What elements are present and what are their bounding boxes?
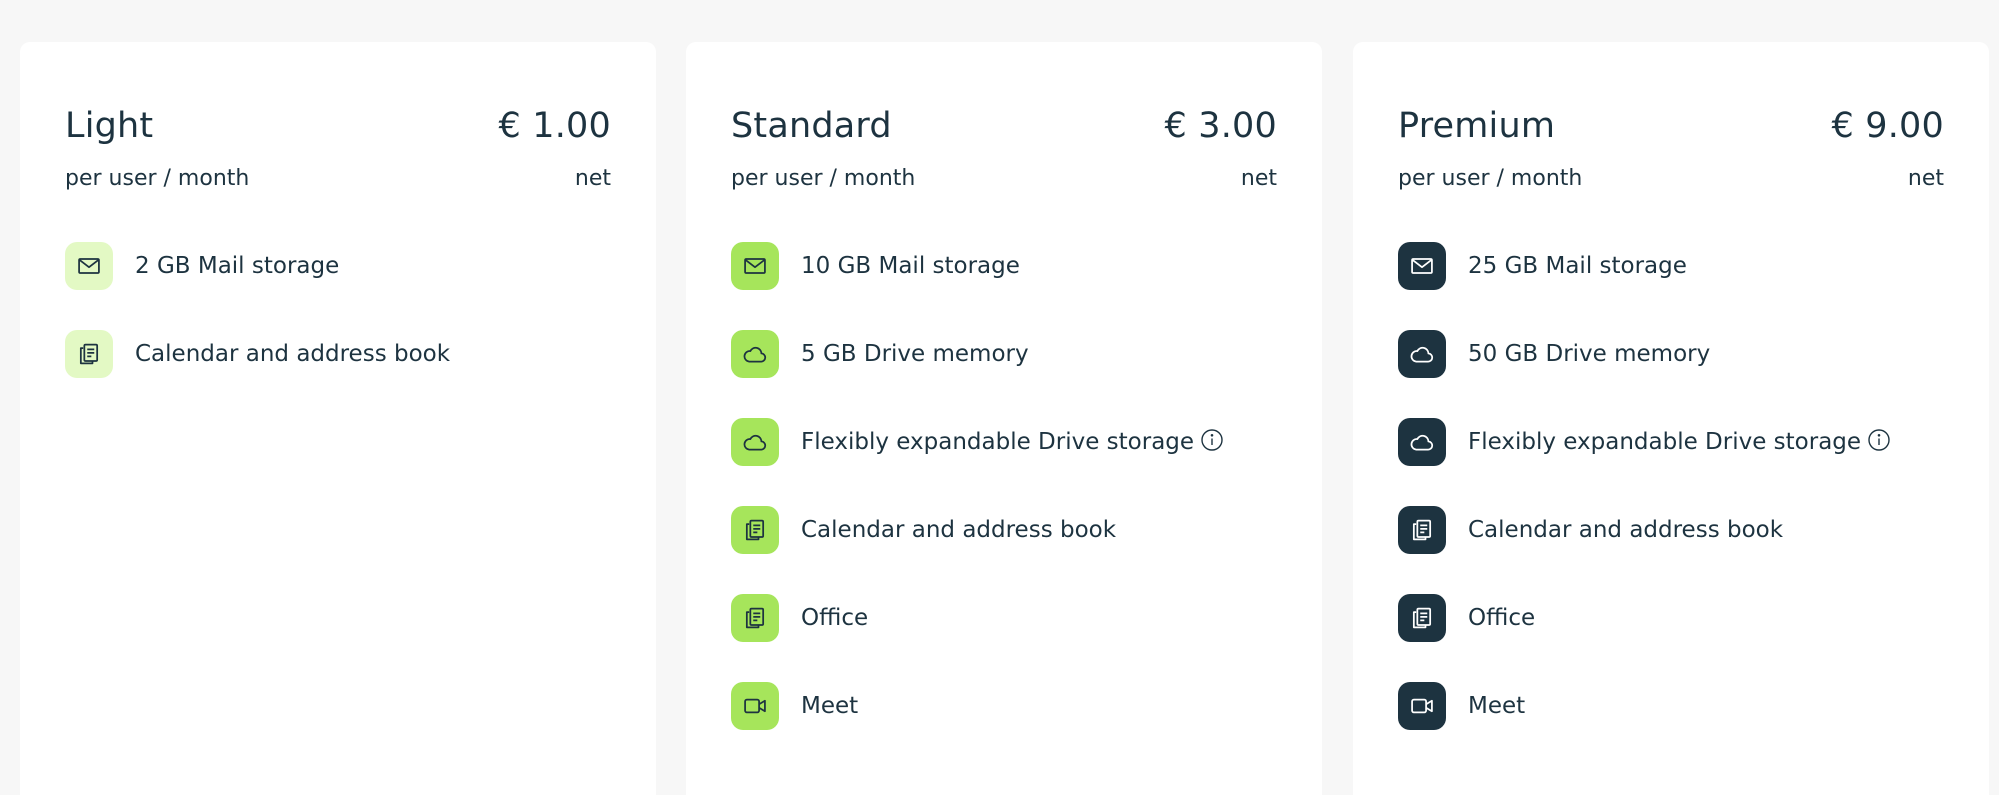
feature-label: Calendar and address book [135,341,451,367]
feature-label: Calendar and address book [801,517,1117,543]
feature-item: Office [1398,594,1944,642]
plan-subheader: per user / month net [731,162,1277,194]
feature-list: 2 GB Mail storage Calendar and address b… [65,242,611,418]
feature-label: 50 GB Drive memory [1468,341,1711,367]
feature-item: Calendar and address book [1398,506,1944,554]
info-icon[interactable] [1867,428,1891,452]
plan-card-light: Light € 1.00 per user / month net 2 GB M… [20,42,656,795]
feature-label: Meet [1468,693,1526,719]
documents-icon [1398,594,1446,642]
video-camera-icon [731,682,779,730]
plan-net-label: net [574,165,611,191]
plan-net-label: net [1240,165,1277,191]
feature-item: Calendar and address book [65,330,611,378]
plan-name: Light [65,106,154,146]
feature-label: Flexibly expandable Drive storage [1468,427,1891,457]
plan-net-label: net [1907,165,1944,191]
documents-icon [731,594,779,642]
mail-icon [1398,242,1446,290]
plan-card-standard: Standard € 3.00 per user / month net 10 … [686,42,1322,795]
cloud-icon [731,330,779,378]
feature-item: Flexibly expandable Drive storage [1398,418,1944,466]
plan-name: Premium [1398,106,1556,146]
feature-list: 25 GB Mail storage 50 GB Drive memory Fl… [1398,242,1944,770]
documents-icon [65,330,113,378]
plan-period: per user / month [731,165,916,191]
feature-item: Meet [731,682,1277,730]
documents-icon [731,506,779,554]
feature-label: 10 GB Mail storage [801,253,1020,279]
plan-price: € 1.00 [498,106,611,146]
info-icon[interactable] [1200,428,1224,452]
plan-price: € 9.00 [1831,106,1944,146]
plan-subheader: per user / month net [65,162,611,194]
feature-item: 50 GB Drive memory [1398,330,1944,378]
plan-name: Standard [731,106,892,146]
feature-label: 5 GB Drive memory [801,341,1029,367]
plan-header: Premium € 9.00 [1398,102,1944,150]
plan-period: per user / month [65,165,250,191]
feature-item: Calendar and address book [731,506,1277,554]
feature-label: Office [1468,605,1536,631]
feature-item: Office [731,594,1277,642]
documents-icon [1398,506,1446,554]
mail-icon [731,242,779,290]
video-camera-icon [1398,682,1446,730]
cloud-icon [1398,330,1446,378]
feature-label: 2 GB Mail storage [135,253,340,279]
feature-label: Office [801,605,869,631]
feature-item: 10 GB Mail storage [731,242,1277,290]
plan-subheader: per user / month net [1398,162,1944,194]
pricing-plans: Light € 1.00 per user / month net 2 GB M… [0,0,1999,795]
feature-item: Meet [1398,682,1944,730]
feature-label: 25 GB Mail storage [1468,253,1687,279]
feature-item: 2 GB Mail storage [65,242,611,290]
plan-header: Light € 1.00 [65,102,611,150]
plan-header: Standard € 3.00 [731,102,1277,150]
feature-item: 25 GB Mail storage [1398,242,1944,290]
feature-list: 10 GB Mail storage 5 GB Drive memory Fle… [731,242,1277,770]
feature-item: Flexibly expandable Drive storage [731,418,1277,466]
mail-icon [65,242,113,290]
feature-label: Meet [801,693,859,719]
cloud-icon [731,418,779,466]
feature-label: Flexibly expandable Drive storage [801,427,1224,457]
feature-item: 5 GB Drive memory [731,330,1277,378]
plan-card-premium: Premium € 9.00 per user / month net 25 G… [1353,42,1989,795]
cloud-icon [1398,418,1446,466]
plan-price: € 3.00 [1164,106,1277,146]
plan-period: per user / month [1398,165,1583,191]
feature-label: Calendar and address book [1468,517,1784,543]
